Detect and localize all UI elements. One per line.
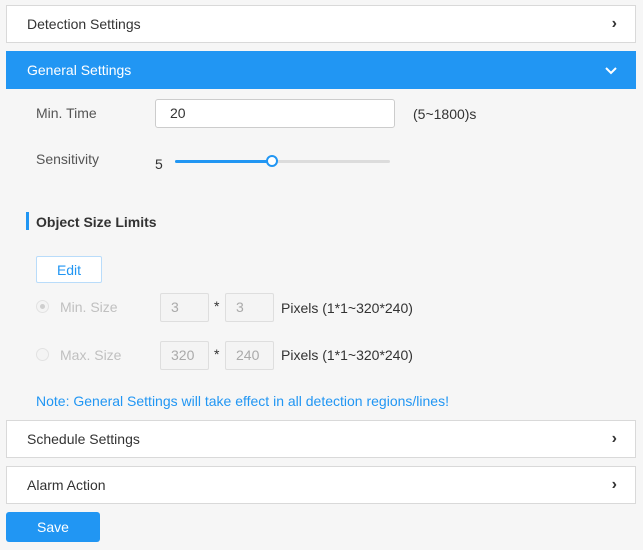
max-size-radio[interactable] [36,348,49,361]
section-accent-bar [26,212,29,230]
edit-button[interactable]: Edit [36,256,102,283]
panel-alarm-action[interactable]: Alarm Action › [6,466,636,504]
min-size-height-input[interactable]: 3 [225,293,274,322]
chevron-right-icon: › [611,15,617,32]
max-size-unit: Pixels (1*1~320*240) [281,347,413,363]
sensitivity-slider-handle[interactable] [266,155,278,167]
max-size-width-input[interactable]: 320 [160,341,209,370]
max-size-separator: * [214,346,220,362]
panel-general-settings[interactable]: General Settings [6,51,636,89]
sensitivity-label: Sensitivity [36,151,100,167]
chevron-right-icon: › [611,476,617,493]
panel-general-settings-label: General Settings [27,62,132,78]
save-button[interactable]: Save [6,512,100,542]
panel-schedule-settings[interactable]: Schedule Settings › [6,420,636,458]
min-size-width-input[interactable]: 3 [160,293,209,322]
sensitivity-slider[interactable] [175,155,390,167]
min-size-label: Min. Size [60,299,118,315]
panel-schedule-settings-label: Schedule Settings [27,431,140,447]
min-size-radio[interactable] [36,300,49,313]
sensitivity-slider-fill [175,160,272,163]
sensitivity-value: 5 [155,156,163,172]
panel-alarm-action-label: Alarm Action [27,477,106,493]
panel-detection-settings[interactable]: Detection Settings › [6,5,636,43]
min-size-unit: Pixels (1*1~320*240) [281,300,413,316]
max-size-label: Max. Size [60,347,122,363]
min-size-separator: * [214,298,220,314]
chevron-right-icon: › [611,430,617,447]
panel-detection-settings-label: Detection Settings [27,16,141,32]
chevron-down-icon [605,63,617,77]
min-time-label: Min. Time [36,105,97,121]
object-size-title: Object Size Limits [36,214,157,230]
max-size-height-input[interactable]: 240 [225,341,274,370]
min-time-input[interactable]: 20 [155,99,395,128]
min-time-range: (5~1800)s [413,106,477,122]
general-settings-note: Note: General Settings will take effect … [36,393,449,409]
